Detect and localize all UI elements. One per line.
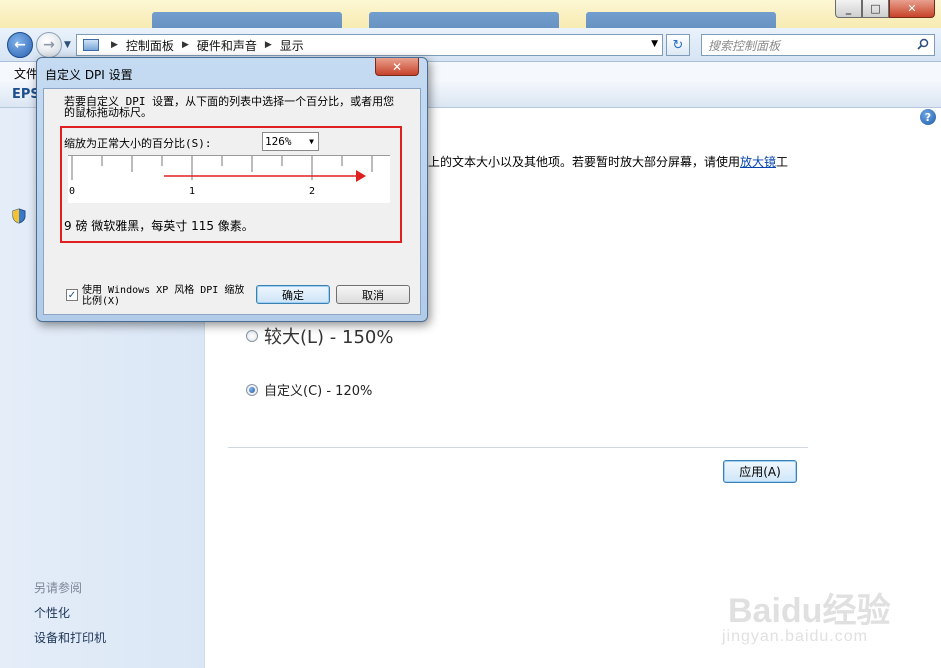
option-larger-label: 较大(L) - 150% xyxy=(264,327,394,348)
breadcrumb-display[interactable]: 显示 xyxy=(280,37,304,54)
drag-arrow-head-icon xyxy=(356,170,366,182)
description-text: 上的文本大小以及其他项。若要暂时放大部分屏幕，请使用放大镜工 xyxy=(428,153,788,170)
breadcrumb-hardware-sound[interactable]: 硬件和声音 xyxy=(197,37,257,54)
dialog-instruction: 若要自定义 DPI 设置，从下面的列表中选择一个百分比，或者用您的鼠标拖动标尺。 xyxy=(64,95,395,119)
window-controls: _ □ ✕ xyxy=(835,0,935,18)
address-bar[interactable]: ▶ 控制面板 ▶ 硬件和声音 ▶ 显示 ▼ xyxy=(76,34,663,56)
recent-pages-dropdown-icon[interactable]: ▼ xyxy=(64,40,71,50)
ruler-label: 1 xyxy=(189,186,196,197)
ruler-label: 2 xyxy=(309,186,316,197)
watermark: Baidu经验 jingyan.baidu.com xyxy=(700,583,935,663)
devices-printers-link[interactable]: 设备和打印机 xyxy=(34,629,106,646)
scale-percent-value: 126% xyxy=(265,135,292,148)
description-body: 上的文本大小以及其他项。若要暂时放大部分屏幕，请使用 xyxy=(428,155,741,169)
ruler-graphic[interactable] xyxy=(68,156,390,204)
control-panel-icon xyxy=(83,39,99,51)
search-placeholder: 搜索控制面板 xyxy=(708,38,781,53)
option-custom-label: 自定义(C) - 120% xyxy=(264,384,373,399)
search-input[interactable]: 搜索控制面板 xyxy=(701,34,935,56)
ruler-label: 0 xyxy=(69,186,76,197)
help-icon[interactable]: ? xyxy=(920,109,936,125)
watermark-logo: Baidu经验 xyxy=(728,592,891,630)
search-icon[interactable] xyxy=(917,38,929,50)
close-button[interactable]: ✕ xyxy=(889,0,935,18)
radio-larger[interactable] xyxy=(246,330,258,342)
uac-shield-icon xyxy=(12,208,26,224)
back-button[interactable]: ← xyxy=(7,32,33,58)
dpi-sample-text: 9 磅 微软雅黑，每英寸 115 像素。 xyxy=(64,219,254,233)
maximize-button[interactable]: □ xyxy=(862,0,889,18)
dialog-body: 若要自定义 DPI 设置，从下面的列表中选择一个百分比，或者用您的鼠标拖动标尺。… xyxy=(43,88,421,315)
xp-scaling-checkbox[interactable]: ✓ xyxy=(66,289,78,301)
dpi-ruler[interactable]: 0 1 2 xyxy=(68,155,390,203)
ok-button[interactable]: 确定 xyxy=(256,285,330,304)
chevron-down-icon[interactable]: ▼ xyxy=(309,137,314,146)
cancel-button[interactable]: 取消 xyxy=(336,285,410,304)
address-dropdown-icon[interactable]: ▼ xyxy=(651,39,658,49)
magnifier-link[interactable]: 放大镜 xyxy=(740,155,776,169)
breadcrumb-separator-icon[interactable]: ▶ xyxy=(111,40,118,50)
divider xyxy=(228,447,808,448)
option-custom[interactable]: 自定义(C) - 120% xyxy=(246,380,372,399)
description-suffix: 工 xyxy=(776,155,789,169)
minimize-button[interactable]: _ xyxy=(835,0,862,18)
forward-button[interactable]: → xyxy=(36,32,62,58)
scale-percent-select[interactable]: 126% ▼ xyxy=(262,132,319,151)
custom-dpi-dialog: 自定义 DPI 设置 ✕ 若要自定义 DPI 设置，从下面的列表中选择一个百分比… xyxy=(36,57,428,322)
radio-custom[interactable] xyxy=(246,383,258,396)
dialog-close-button[interactable]: ✕ xyxy=(375,58,419,76)
dialog-title: 自定义 DPI 设置 xyxy=(45,68,133,82)
watermark-url: jingyan.baidu.com xyxy=(722,628,868,645)
personalize-link[interactable]: 个性化 xyxy=(34,604,70,621)
breadcrumb-separator-icon[interactable]: ▶ xyxy=(265,40,272,50)
scale-label: 缩放为正常大小的百分比(S): xyxy=(64,137,212,150)
apply-button[interactable]: 应用(A) xyxy=(723,460,797,483)
xp-scaling-label[interactable]: 使用 Windows XP 风格 DPI 缩放比例(X) xyxy=(82,285,252,307)
refresh-button[interactable]: ↻ xyxy=(666,34,690,56)
menu-file[interactable]: 文件 xyxy=(14,65,38,82)
breadcrumb-control-panel[interactable]: 控制面板 xyxy=(126,37,174,54)
breadcrumb-separator-icon[interactable]: ▶ xyxy=(182,40,189,50)
option-larger[interactable]: 较大(L) - 150% xyxy=(246,323,393,349)
title-bar: _ □ ✕ xyxy=(0,0,941,52)
see-also-heading: 另请参阅 xyxy=(34,581,83,595)
